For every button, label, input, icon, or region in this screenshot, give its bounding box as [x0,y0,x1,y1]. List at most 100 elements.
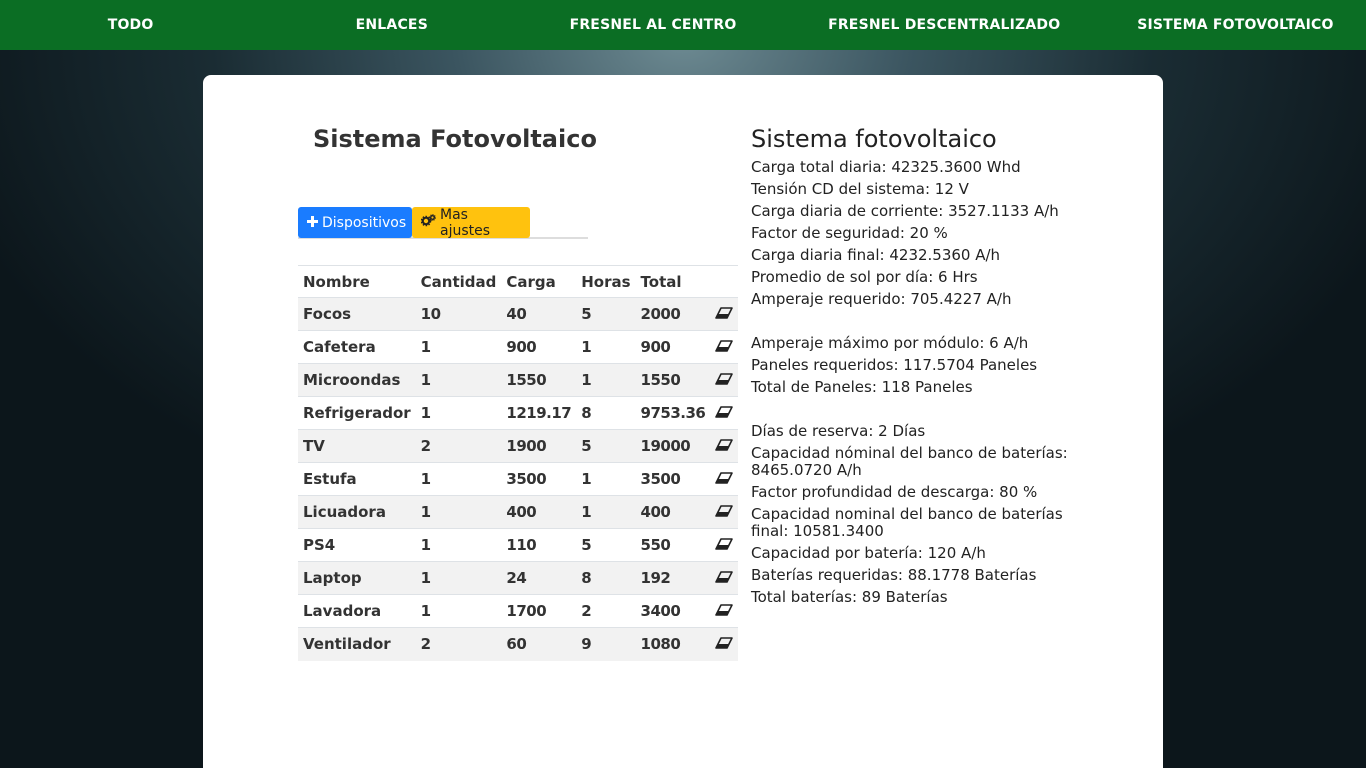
cell-cantidad: 2 [415,627,502,661]
eraser-icon [715,338,734,356]
summary-line: Carga diaria final: 4232.5360 A/h [751,246,1001,264]
cell-total: 3500 [635,462,711,496]
cell-total: 3400 [635,594,711,628]
cell-carga: 24 [501,561,577,595]
delete-row-button[interactable] [710,528,739,562]
cell-cantidad: 10 [415,297,502,331]
eraser-icon [715,503,734,521]
summary-line: Amperaje requerido: 705.4227 A/h [751,290,1012,308]
table-body: Focos 10 40 5 2000 Cafetera 1 900 1 900 Microondas… [298,297,739,661]
delete-row-button[interactable] [710,561,739,595]
nav-item-fresnel-al-centro[interactable]: FRESNEL AL CENTRO [522,0,783,50]
cell-cantidad: 1 [415,363,502,397]
cell-total: 19000 [635,429,711,463]
cell-horas: 5 [576,297,636,331]
header-nombre: Nombre [298,265,416,298]
cell-cantidad: 1 [415,396,502,430]
cell-carga: 40 [501,297,577,331]
table-row: Focos 10 40 5 2000 [298,297,739,331]
delete-row-button[interactable] [710,495,739,529]
nav-item-sistema-fotovoltaico[interactable]: SISTEMA FOTOVOLTAICO [1105,0,1366,50]
cell-horas: 5 [576,528,636,562]
add-devices-label: Dispositivos [322,214,407,231]
nav-item-fresnel-descentralizado[interactable]: FRESNEL DESCENTRALIZADO [784,0,1105,50]
table-row: Ventilador 2 60 9 1080 [298,627,739,661]
eraser-icon [715,371,734,389]
eraser-icon [715,635,734,653]
delete-row-button[interactable] [710,363,739,397]
delete-row-button[interactable] [710,396,739,430]
summary-line: Capacidad nominal del banco de baterías … [751,505,1063,540]
button-toolbar: Dispositivos Mas ajustes [298,207,588,239]
cell-nombre: Cafetera [298,330,416,364]
cell-horas: 1 [576,363,636,397]
plus-icon [307,215,318,231]
top-navbar: TODO ENLACES FRESNEL AL CENTRO FRESNEL D… [0,0,1366,50]
cell-total: 1550 [635,363,711,397]
header-horas: Horas [576,265,636,298]
summary-line: Factor de seguridad: 20 % [751,224,948,242]
cell-nombre: TV [298,429,416,463]
header-cantidad: Cantidad [415,265,502,298]
summary-panel: Sistema fotovoltaico Carga total diaria:… [751,125,1091,611]
summary-line: Paneles requeridos: 117.5704 Paneles [751,356,1038,374]
cell-nombre: Laptop [298,561,416,595]
cell-horas: 1 [576,495,636,529]
cell-carga: 3500 [501,462,577,496]
delete-row-button[interactable] [710,594,739,628]
table-row: Microondas 1 1550 1 1550 [298,363,739,397]
cell-nombre: PS4 [298,528,416,562]
cell-cantidad: 1 [415,330,502,364]
devices-table: Nombre Cantidad Carga Horas Total Focos 1… [298,265,739,661]
cell-horas: 2 [576,594,636,628]
cell-nombre: Ventilador [298,627,416,661]
cell-nombre: Estufa [298,462,416,496]
delete-row-button[interactable] [710,627,739,661]
summary-gap [751,313,1091,335]
delete-row-button[interactable] [710,297,739,331]
summary-line: Días de reserva: 2 Días [751,422,926,440]
cell-carga: 1900 [501,429,577,463]
table-header-row: Nombre Cantidad Carga Horas Total [298,265,739,298]
page-title: Sistema Fotovoltaico [313,125,597,153]
summary-group-batteries: Días de reserva: 2 Días Capacidad nóminal… [751,423,1091,606]
more-settings-button[interactable]: Mas ajustes [412,206,530,239]
cell-total: 900 [635,330,711,364]
table-row: Refrigerador 1 1219.17 8 9753.36 [298,396,739,430]
cell-nombre: Microondas [298,363,416,397]
cell-cantidad: 1 [415,561,502,595]
summary-line: Baterías requeridas: 88.1778 Baterías [751,566,1037,584]
summary-line: Total de Paneles: 118 Paneles [751,378,973,396]
summary-line: Amperaje máximo por módulo: 6 A/h [751,334,1029,352]
add-devices-button[interactable]: Dispositivos [298,207,412,238]
header-carga: Carga [501,265,577,298]
nav-item-todo[interactable]: TODO [0,0,261,50]
eraser-icon [715,569,734,587]
table-row: Estufa 1 3500 1 3500 [298,462,739,496]
table-row: Cafetera 1 900 1 900 [298,330,739,364]
cell-total: 1080 [635,627,711,661]
eraser-icon [715,404,734,422]
eraser-icon [715,536,734,554]
cell-cantidad: 1 [415,528,502,562]
delete-row-button[interactable] [710,462,739,496]
summary-line: Factor profundidad de descarga: 80 % [751,483,1038,501]
cell-total: 550 [635,528,711,562]
cell-horas: 9 [576,627,636,661]
delete-row-button[interactable] [710,330,739,364]
cell-horas: 5 [576,429,636,463]
cell-total: 2000 [635,297,711,331]
more-settings-label: Mas ajustes [440,206,491,239]
summary-group-load: Carga total diaria: 42325.3600 Whd Tensió… [751,159,1091,308]
main-card: Sistema Fotovoltaico Dispositivos Mas aj… [203,75,1163,768]
cell-carga: 110 [501,528,577,562]
cell-total: 400 [635,495,711,529]
cell-carga: 1550 [501,363,577,397]
header-total: Total [635,265,711,298]
eraser-icon [715,602,734,620]
delete-row-button[interactable] [710,429,739,463]
table-row: PS4 1 110 5 550 [298,528,739,562]
eraser-icon [715,470,734,488]
nav-item-enlaces[interactable]: ENLACES [261,0,522,50]
cell-nombre: Lavadora [298,594,416,628]
